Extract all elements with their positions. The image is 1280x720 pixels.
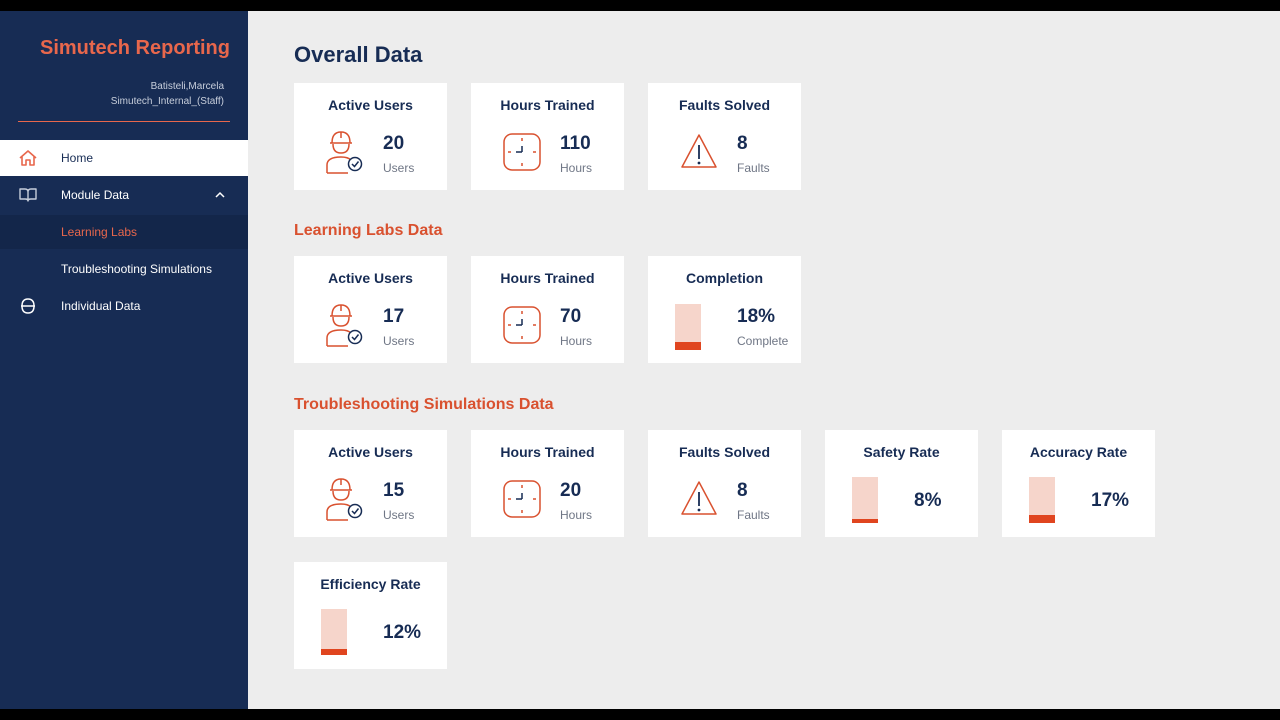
card-overall-faults-solved: Faults Solved 8 Faults <box>648 83 801 190</box>
card-value: 20 <box>560 480 582 501</box>
card-unit: Hours <box>560 161 593 175</box>
card-title: Faults Solved <box>678 444 771 460</box>
card-value: 110 <box>560 133 591 154</box>
card-value: 70 <box>560 306 582 327</box>
card-value: 17 <box>383 306 405 327</box>
section-title-troubleshooting: Troubleshooting Simulations Data <box>294 396 554 413</box>
brand-title: Simutech Reporting <box>39 37 230 59</box>
completion-bar-fill <box>675 341 701 350</box>
card-ts-faults-solved: Faults Solved 8 Faults <box>648 430 801 537</box>
card-value: 17% <box>1091 490 1130 511</box>
book-icon <box>19 188 37 202</box>
card-value: 12% <box>383 622 422 643</box>
card-ts-safety-rate: Safety Rate 8% <box>825 430 978 537</box>
worker-icon <box>324 302 366 350</box>
worker-icon <box>324 129 366 177</box>
nav-label-module-data: Module Data <box>61 188 130 202</box>
clock-icon <box>501 476 543 524</box>
safety-rate-bar <box>852 477 878 523</box>
efficiency-rate-bar-fill <box>321 649 347 655</box>
clock-icon <box>501 129 543 177</box>
card-title: Hours Trained <box>500 97 595 113</box>
card-title: Active Users <box>328 444 413 460</box>
nav-item-home[interactable]: Home <box>0 140 248 176</box>
card-ts-efficiency-rate: Efficiency Rate 12% <box>294 562 447 669</box>
card-title: Completion <box>686 270 763 286</box>
card-value: 8 <box>737 133 748 154</box>
card-unit: Faults <box>737 508 770 522</box>
card-title: Efficiency Rate <box>320 576 421 592</box>
warning-icon <box>678 129 720 177</box>
card-value: 20 <box>383 133 405 154</box>
brand-divider <box>18 121 230 122</box>
card-title: Hours Trained <box>500 270 595 286</box>
card-title: Active Users <box>328 270 413 286</box>
card-ll-hours-trained: Hours Trained 70 Hours <box>471 256 624 363</box>
accuracy-rate-bar <box>1029 477 1055 523</box>
nav-item-troubleshooting-simulations[interactable]: Troubleshooting Simulations <box>0 252 248 286</box>
nav-label-home: Home <box>61 151 94 165</box>
card-value: 8 <box>737 480 748 501</box>
card-ts-active-users: Active Users 15 Users <box>294 430 447 537</box>
accuracy-rate-bar-fill <box>1029 515 1055 523</box>
card-value: 8% <box>914 490 942 511</box>
hard-hat-icon <box>21 298 35 314</box>
user-name: Batisteli,Marcela <box>150 81 224 92</box>
worker-icon <box>324 476 366 524</box>
card-title: Active Users <box>328 97 413 113</box>
card-title: Safety Rate <box>863 444 940 460</box>
card-unit: Hours <box>560 334 593 348</box>
card-unit: Faults <box>737 161 770 175</box>
nav-item-learning-labs[interactable]: Learning Labs <box>0 215 248 249</box>
card-title: Accuracy Rate <box>1029 444 1128 460</box>
warning-icon <box>678 476 720 524</box>
chevron-up-icon[interactable] <box>214 189 226 201</box>
completion-bar <box>675 304 701 350</box>
card-unit: Users <box>383 508 415 522</box>
card-ts-accuracy-rate: Accuracy Rate 17% <box>1002 430 1155 537</box>
efficiency-rate-bar <box>321 609 347 655</box>
card-value: 18% <box>737 306 776 327</box>
card-unit: Complete <box>737 334 789 348</box>
card-ll-completion: Completion 18% Complete <box>648 256 801 363</box>
nav-label-individual-data: Individual Data <box>61 299 141 313</box>
nav-label-troubleshooting-simulations: Troubleshooting Simulations <box>61 262 212 276</box>
section-title-overall: Overall Data <box>294 42 423 67</box>
nav-label-learning-labs: Learning Labs <box>61 225 138 239</box>
section-title-learning-labs: Learning Labs Data <box>294 222 443 239</box>
app-frame: Simutech Reporting Batisteli,Marcela Sim… <box>0 11 1280 709</box>
safety-rate-bar-fill <box>852 519 878 523</box>
card-overall-hours-trained: Hours Trained 110 Hours <box>471 83 624 190</box>
card-overall-active-users: Active Users 20 Users <box>294 83 447 190</box>
card-unit: Hours <box>560 508 593 522</box>
card-value: 15 <box>383 480 405 501</box>
home-icon <box>19 150 37 166</box>
card-unit: Users <box>383 334 415 348</box>
main-content: Overall Data Active Users 20 Users Hours… <box>248 11 1280 709</box>
card-ll-active-users: Active Users 17 Users <box>294 256 447 363</box>
nav-item-module-data[interactable]: Module Data <box>0 177 248 213</box>
card-title: Faults Solved <box>678 97 771 113</box>
card-unit: Users <box>383 161 415 175</box>
nav-item-individual-data[interactable]: Individual Data <box>0 288 248 324</box>
card-title: Hours Trained <box>500 444 595 460</box>
clock-icon <box>501 302 543 350</box>
card-ts-hours-trained: Hours Trained 20 Hours <box>471 430 624 537</box>
sidebar: Simutech Reporting Batisteli,Marcela Sim… <box>0 11 248 709</box>
user-organization: Simutech_Internal_(Staff) <box>110 96 224 107</box>
